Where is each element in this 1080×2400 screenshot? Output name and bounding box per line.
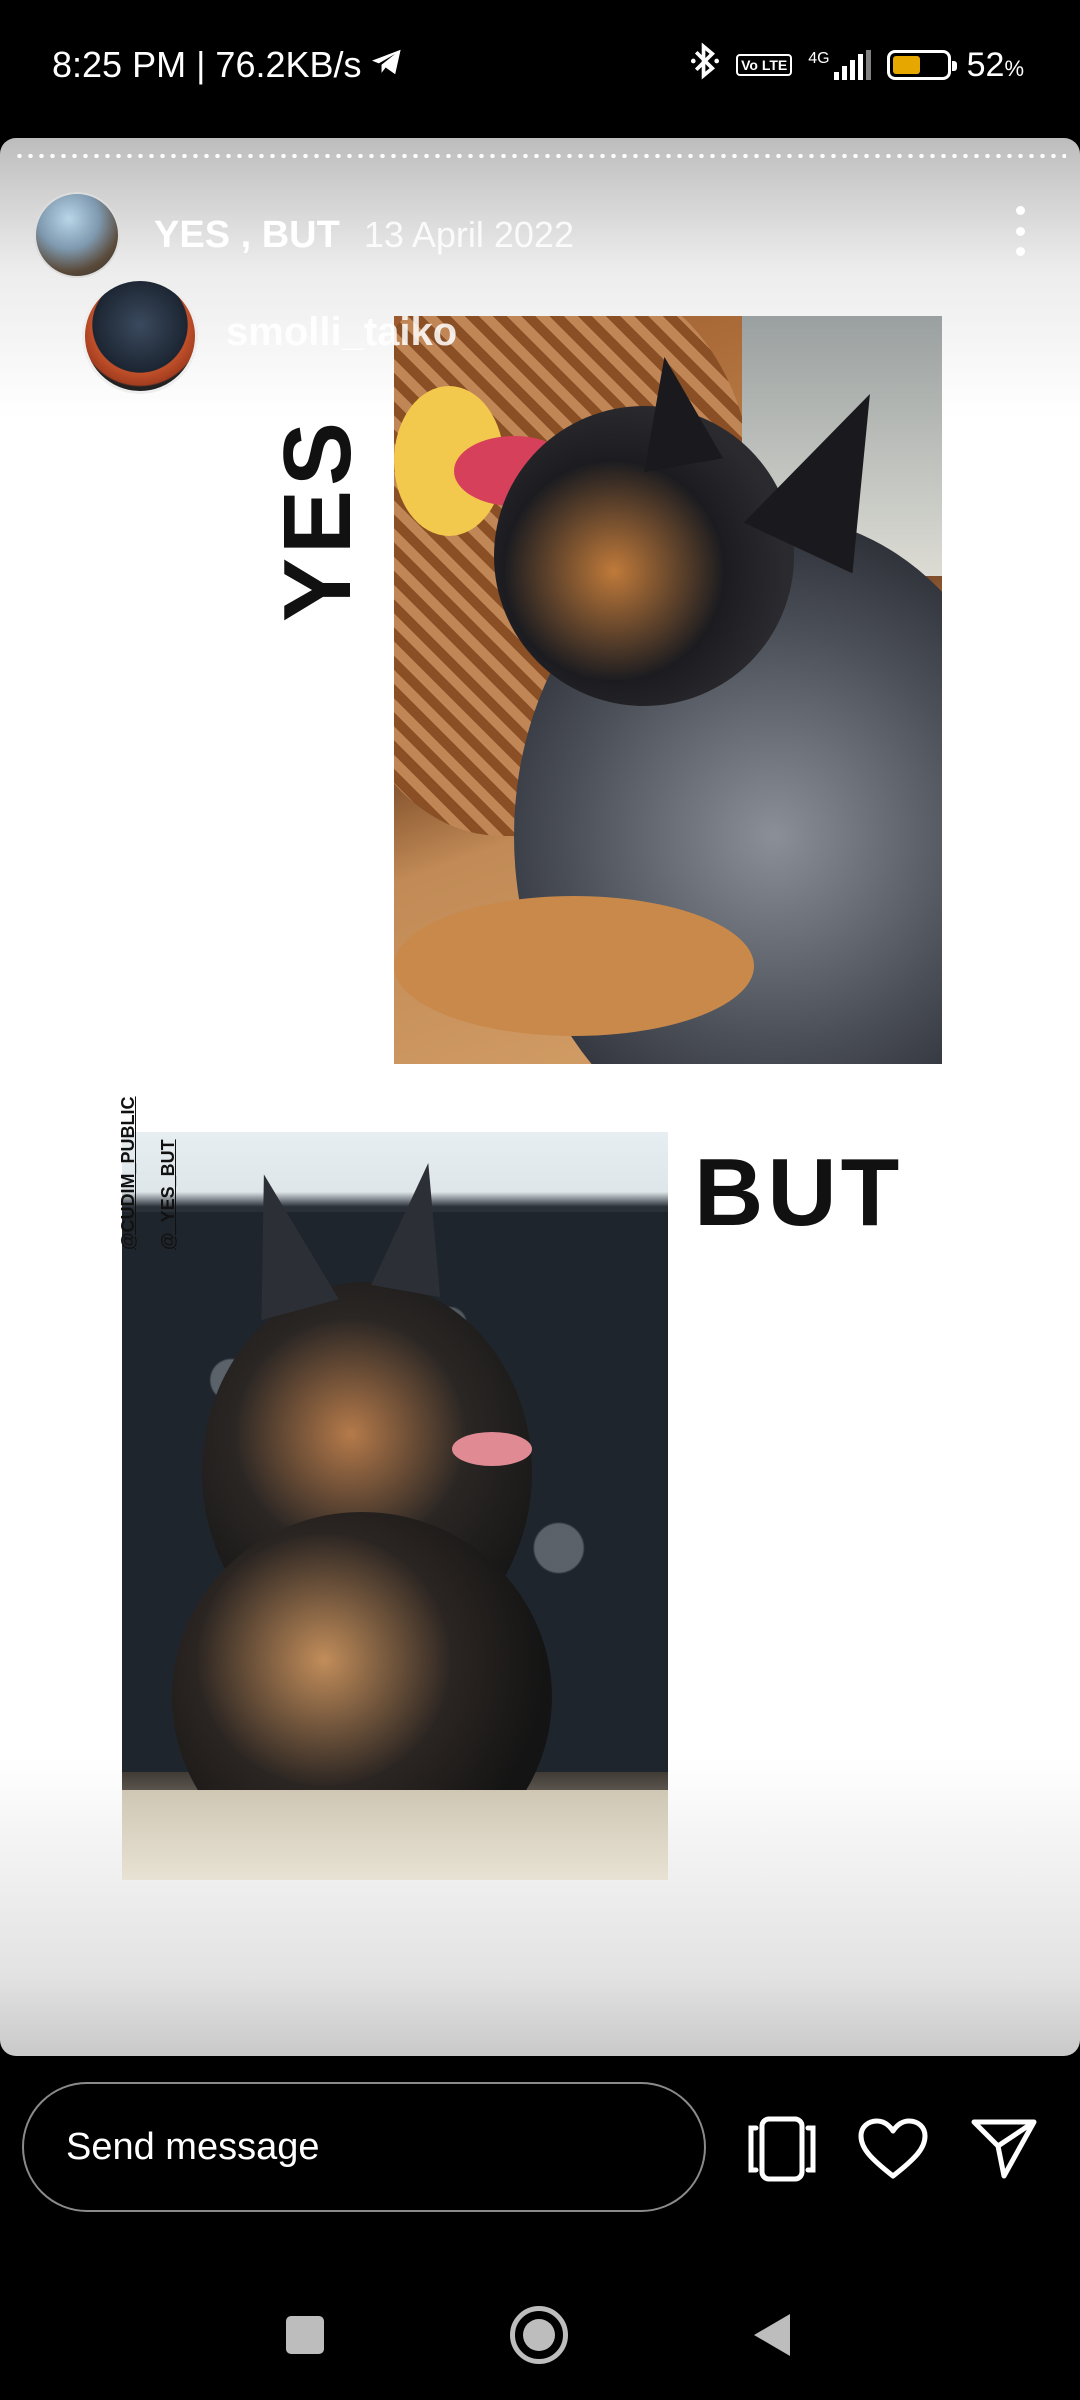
- repost-avatar[interactable]: [82, 278, 198, 394]
- signal-icon: 4G: [808, 50, 871, 80]
- status-left: 8:25 PM | 76.2KB/s: [52, 44, 404, 86]
- message-placeholder: Send message: [66, 2125, 320, 2168]
- credit-cudim: @CUDIM_PUBLIC: [118, 1096, 138, 1250]
- more-icon[interactable]: [1010, 206, 1030, 256]
- recents-icon[interactable]: [286, 2316, 324, 2354]
- navigation-bar: [0, 2236, 1080, 2400]
- story-header: YES , BUT 13 April 2022: [34, 190, 574, 280]
- credit-yes-but: @_YES_BUT: [158, 1139, 178, 1250]
- sticker-icon[interactable]: [748, 2116, 816, 2187]
- status-right: Vo LTE 4G 52%: [690, 42, 1024, 88]
- status-time-network: 8:25 PM | 76.2KB/s: [52, 44, 362, 85]
- dog-photo-yes: [394, 316, 942, 1064]
- heart-icon[interactable]: [858, 2118, 928, 2185]
- telegram-icon: [370, 44, 404, 86]
- volte-badge: Vo LTE: [736, 54, 793, 76]
- story-progress-bar: [14, 154, 1066, 158]
- yes-label: YES: [264, 417, 371, 623]
- back-icon[interactable]: [752, 2312, 792, 2363]
- status-bar: 8:25 PM | 76.2KB/s Vo LTE 4G 52%: [0, 0, 1080, 136]
- battery-icon: [886, 50, 957, 80]
- story-viewer[interactable]: YES , BUT 13 April 2022 smolli_taiko YES…: [0, 138, 1080, 2056]
- but-label: BUT: [694, 1139, 904, 1246]
- message-input[interactable]: Send message: [22, 2082, 706, 2212]
- bluetooth-icon: [690, 42, 720, 88]
- network-type: 4G: [808, 50, 830, 67]
- battery-percent: 52%: [966, 45, 1024, 84]
- story-date: 13 April 2022: [363, 214, 574, 255]
- reply-bar: Send message: [0, 2056, 1080, 2236]
- dog-photo-but: [122, 1132, 668, 1880]
- repost-username[interactable]: smolli_taiko: [226, 310, 457, 355]
- story-account-name[interactable]: YES , BUT: [154, 214, 340, 257]
- account-avatar[interactable]: [34, 192, 120, 278]
- home-icon[interactable]: [510, 2306, 568, 2364]
- send-icon[interactable]: [970, 2116, 1038, 2185]
